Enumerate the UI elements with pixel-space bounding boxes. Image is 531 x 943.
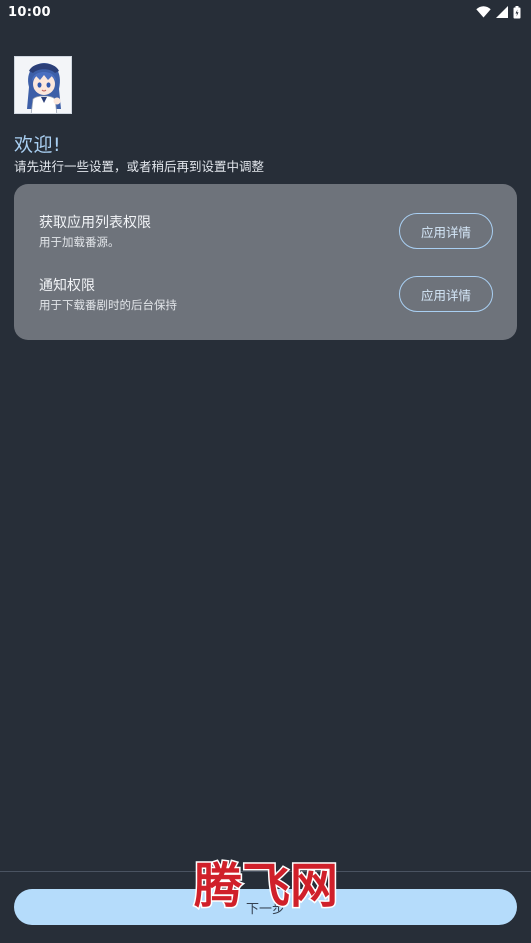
status-icons — [476, 5, 521, 19]
permissions-card: 获取应用列表权限 用于加载番源。 应用详情 通知权限 用于下载番剧时的后台保持 … — [14, 184, 517, 340]
permission-row-app-list: 获取应用列表权限 用于加载番源。 应用详情 — [14, 200, 517, 260]
permission-description: 用于下载番剧时的后台保持 — [39, 298, 177, 312]
battery-icon — [513, 5, 521, 19]
wifi-icon — [476, 6, 491, 18]
avatar-illustration — [15, 57, 71, 113]
signal-icon — [496, 6, 508, 18]
welcome-subtitle: 请先进行一些设置，或者稍后再到设置中调整 — [14, 159, 265, 174]
status-bar: 10:00 — [0, 0, 531, 24]
app-screen: 10:00 欢迎! 请先进行一些设置，或者稍后再到设置中调整 获取应用列表权限 … — [0, 0, 531, 943]
status-time: 10:00 — [8, 4, 51, 20]
permission-title: 获取应用列表权限 — [39, 215, 151, 231]
welcome-title: 欢迎! — [14, 134, 62, 156]
permission-description: 用于加载番源。 — [39, 235, 120, 249]
avatar — [14, 56, 72, 114]
watermark-logo: 腾飞网 — [176, 852, 356, 916]
app-details-button[interactable]: 应用详情 — [399, 276, 493, 312]
app-details-button[interactable]: 应用详情 — [399, 213, 493, 249]
permission-title: 通知权限 — [39, 278, 95, 294]
svg-text:腾飞网: 腾飞网 — [194, 858, 338, 914]
permission-row-notification: 通知权限 用于下载番剧时的后台保持 应用详情 — [14, 264, 517, 324]
